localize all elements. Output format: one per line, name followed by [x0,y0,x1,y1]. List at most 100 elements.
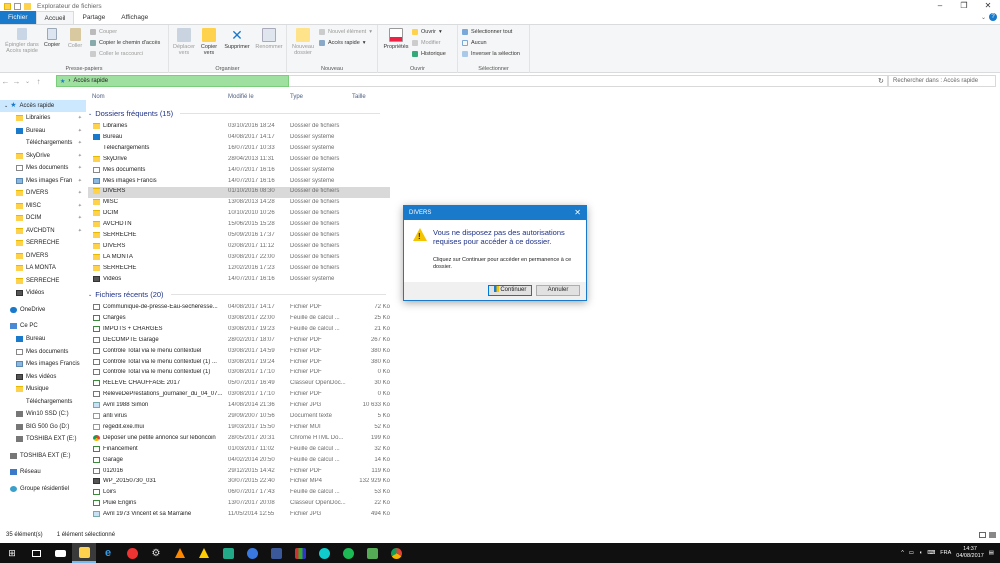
nav-pinned-item[interactable]: SkyDrive ✦ [0,150,86,162]
close-window-button[interactable]: ✕ [976,0,1000,12]
folder-row[interactable]: SkyDrive 28/04/2013 11:31 Dossier de fichi… [88,154,390,165]
nav-toshiba-drive[interactable]: TOSHIBA EXT (E:) [0,450,86,462]
properties-qat-icon[interactable] [14,2,21,10]
properties-button[interactable]: Propriétés [381,28,411,50]
file-row[interactable]: anti virus 29/09/2007 10:56 Document texte… [88,412,390,423]
file-row[interactable]: Avril 1988 Simon 14/08/2014 21:36 Fichier … [88,401,390,412]
nav-pc-item[interactable]: Mes images Francis [0,358,86,370]
cut-button[interactable]: Couper [90,29,117,35]
edit-button[interactable]: Modifier [412,40,441,46]
folder-row[interactable]: Bureau 04/08/2017 14:17 Dossier système [88,132,390,143]
file-row[interactable]: Garage 04/02/2014 20:50 Feuille de calcul … [88,455,390,466]
nav-homegroup[interactable]: Groupe résidentiel [0,483,86,495]
nav-this-pc[interactable]: Ce PC [0,320,86,332]
copy-path-button[interactable]: Copier le chemin d'accès [90,40,160,46]
file-row[interactable]: regedit.exe.mui 19/03/2017 15:50 Fichier M… [88,422,390,433]
back-button[interactable]: ← [0,77,11,86]
file-row[interactable]: WP_20150730_031 30/07/2015 22:40 Fichier M… [88,477,390,488]
nav-pc-item[interactable]: Win10 SSD (C:) [0,408,86,420]
nav-pinned-item[interactable]: Mes images Fran ✦ [0,175,86,187]
folder-row[interactable]: MISC 13/08/2013 14:28 Dossier de fichiers [88,198,390,209]
nav-pinned-item[interactable]: LA MONTA [0,262,86,274]
address-input[interactable]: ★ › Accès rapide [56,75,289,87]
column-size[interactable]: Taille [352,94,366,100]
minimize-button[interactable]: – [928,0,952,12]
file-explorer-app[interactable] [72,543,96,563]
chevron-up-icon[interactable]: ^ [901,550,904,556]
nav-pinned-item[interactable]: Vidéos [0,287,86,299]
photos-app[interactable] [120,543,144,563]
folder-row[interactable]: SERRECHE 12/02/2016 17:23 Dossier de fichi… [88,263,390,274]
refresh-icon[interactable]: ↻ [878,77,884,85]
notifications-icon[interactable]: ▤ [989,550,994,556]
nav-pc-item[interactable]: Musique [0,383,86,395]
app-m[interactable] [240,543,264,563]
up-button[interactable]: ↑ [33,77,44,86]
app-green[interactable] [216,543,240,563]
column-type[interactable]: Type [290,94,303,100]
file-row[interactable]: Avril 1973 Vincent et sa Marraine 11/05/2… [88,510,390,521]
start-button[interactable]: ⊞ [0,543,24,563]
new-folder-button[interactable]: Nouveau dossier [289,28,317,56]
tab-view[interactable]: Affichage [113,11,156,24]
folder-row[interactable]: SERRECHE 05/09/2016 17:37 Dossier de fichi… [88,231,390,242]
app-network[interactable] [360,543,384,563]
nav-network[interactable]: Réseau [0,466,86,478]
vlc-app[interactable] [168,543,192,563]
history-button[interactable]: Historique [412,51,446,57]
nav-pc-item[interactable]: BIG 500 Go (D:) [0,421,86,433]
nav-onedrive[interactable]: OneDrive [0,304,86,316]
keyboard-icon[interactable]: ⌨ [927,550,935,556]
forward-button[interactable]: → [11,77,22,86]
nav-pinned-item[interactable]: Librairies ✦ [0,112,86,124]
help-icon[interactable]: ? [989,13,997,21]
file-row[interactable]: RELEVE CHAUFFAGE 2017 05/07/2017 16:49 Cla… [88,379,390,390]
easy-access-button[interactable]: Accès rapide ▾ [319,40,366,46]
cancel-button[interactable]: Annuler [536,285,580,296]
settings-app[interactable]: ⚙ [144,543,168,563]
weather-app[interactable] [312,543,336,563]
folder-row[interactable]: AVCHDTN 15/06/2015 15:28 Dossier de fichie… [88,220,390,231]
frequent-folders-header[interactable]: ⌄ Dossiers fréquents (15) [88,108,381,119]
rename-button[interactable]: Renommer [253,28,285,50]
ribbon-collapse-icon[interactable]: ⌄ [981,14,986,21]
nav-pc-item[interactable]: Bureau [0,333,86,345]
file-row[interactable]: Déposer une petite annonce sur leboncoin… [88,433,390,444]
spotify-app[interactable] [336,543,360,563]
clock[interactable]: 14:37 04/08/2017 [956,546,984,560]
column-modified[interactable]: Modifié le [228,94,254,100]
nav-pinned-item[interactable]: DIVERS [0,250,86,262]
nav-pinned-item[interactable]: AVCHDTN ✦ [0,225,86,237]
nav-pc-item[interactable]: Téléchargements [0,396,86,408]
folder-row[interactable]: LA MONTA 03/08/2017 22:00 Dossier de fichi… [88,252,390,263]
continue-button[interactable]: Continuer [488,285,532,296]
copy-button[interactable]: Copier [42,28,62,48]
nav-pinned-item[interactable]: MISC ✦ [0,200,86,212]
file-row[interactable]: Loirs 06/07/2017 17:43 Feuille de calcul .… [88,488,390,499]
chrome-app[interactable] [384,543,408,563]
folder-row[interactable]: DIVERS 01/10/2016 08:30 Dossier de fichier… [88,186,390,198]
file-row[interactable]: ReleveDePrestations_journalier_du_04_07.… [88,390,390,401]
folder-row[interactable]: Mes documents 14/07/2017 16:16 Dossier sys… [88,165,390,176]
folder-row[interactable]: DIVERS 02/08/2017 11:12 Dossier de fichier… [88,241,390,252]
paste-button[interactable]: Coller [64,28,86,49]
open-button[interactable]: Ouvrir ▾ [412,29,442,35]
nav-pc-item[interactable]: Mes vidéos [0,371,86,383]
nav-pinned-item[interactable]: Bureau ✦ [0,125,86,137]
nav-pinned-item[interactable]: Téléchargements ✦ [0,137,86,149]
mail-app[interactable] [48,543,72,563]
tool-app[interactable] [192,543,216,563]
address-bar-empty-area[interactable] [289,75,888,87]
file-row[interactable]: Charges 03/08/2017 22:00 Feuille de calcul… [88,313,390,324]
nav-pc-item[interactable]: Mes documents [0,346,86,358]
file-row[interactable]: Financement 01/03/2017 11:02 Feuille de ca… [88,444,390,455]
details-view-icon[interactable] [979,532,986,538]
file-row[interactable]: Contrôle Total via le menu contextuel (1… [88,368,390,379]
tab-home[interactable]: Accueil [35,11,75,24]
stats-app[interactable] [288,543,312,563]
folder-row[interactable]: Vidéos 14/07/2017 16:16 Dossier système [88,274,390,285]
task-view-button[interactable] [24,543,48,563]
network-tray-icon[interactable]: ▭ [909,550,914,556]
edge-app[interactable]: e [96,543,120,563]
volume-icon[interactable]: ◖ [919,550,922,556]
